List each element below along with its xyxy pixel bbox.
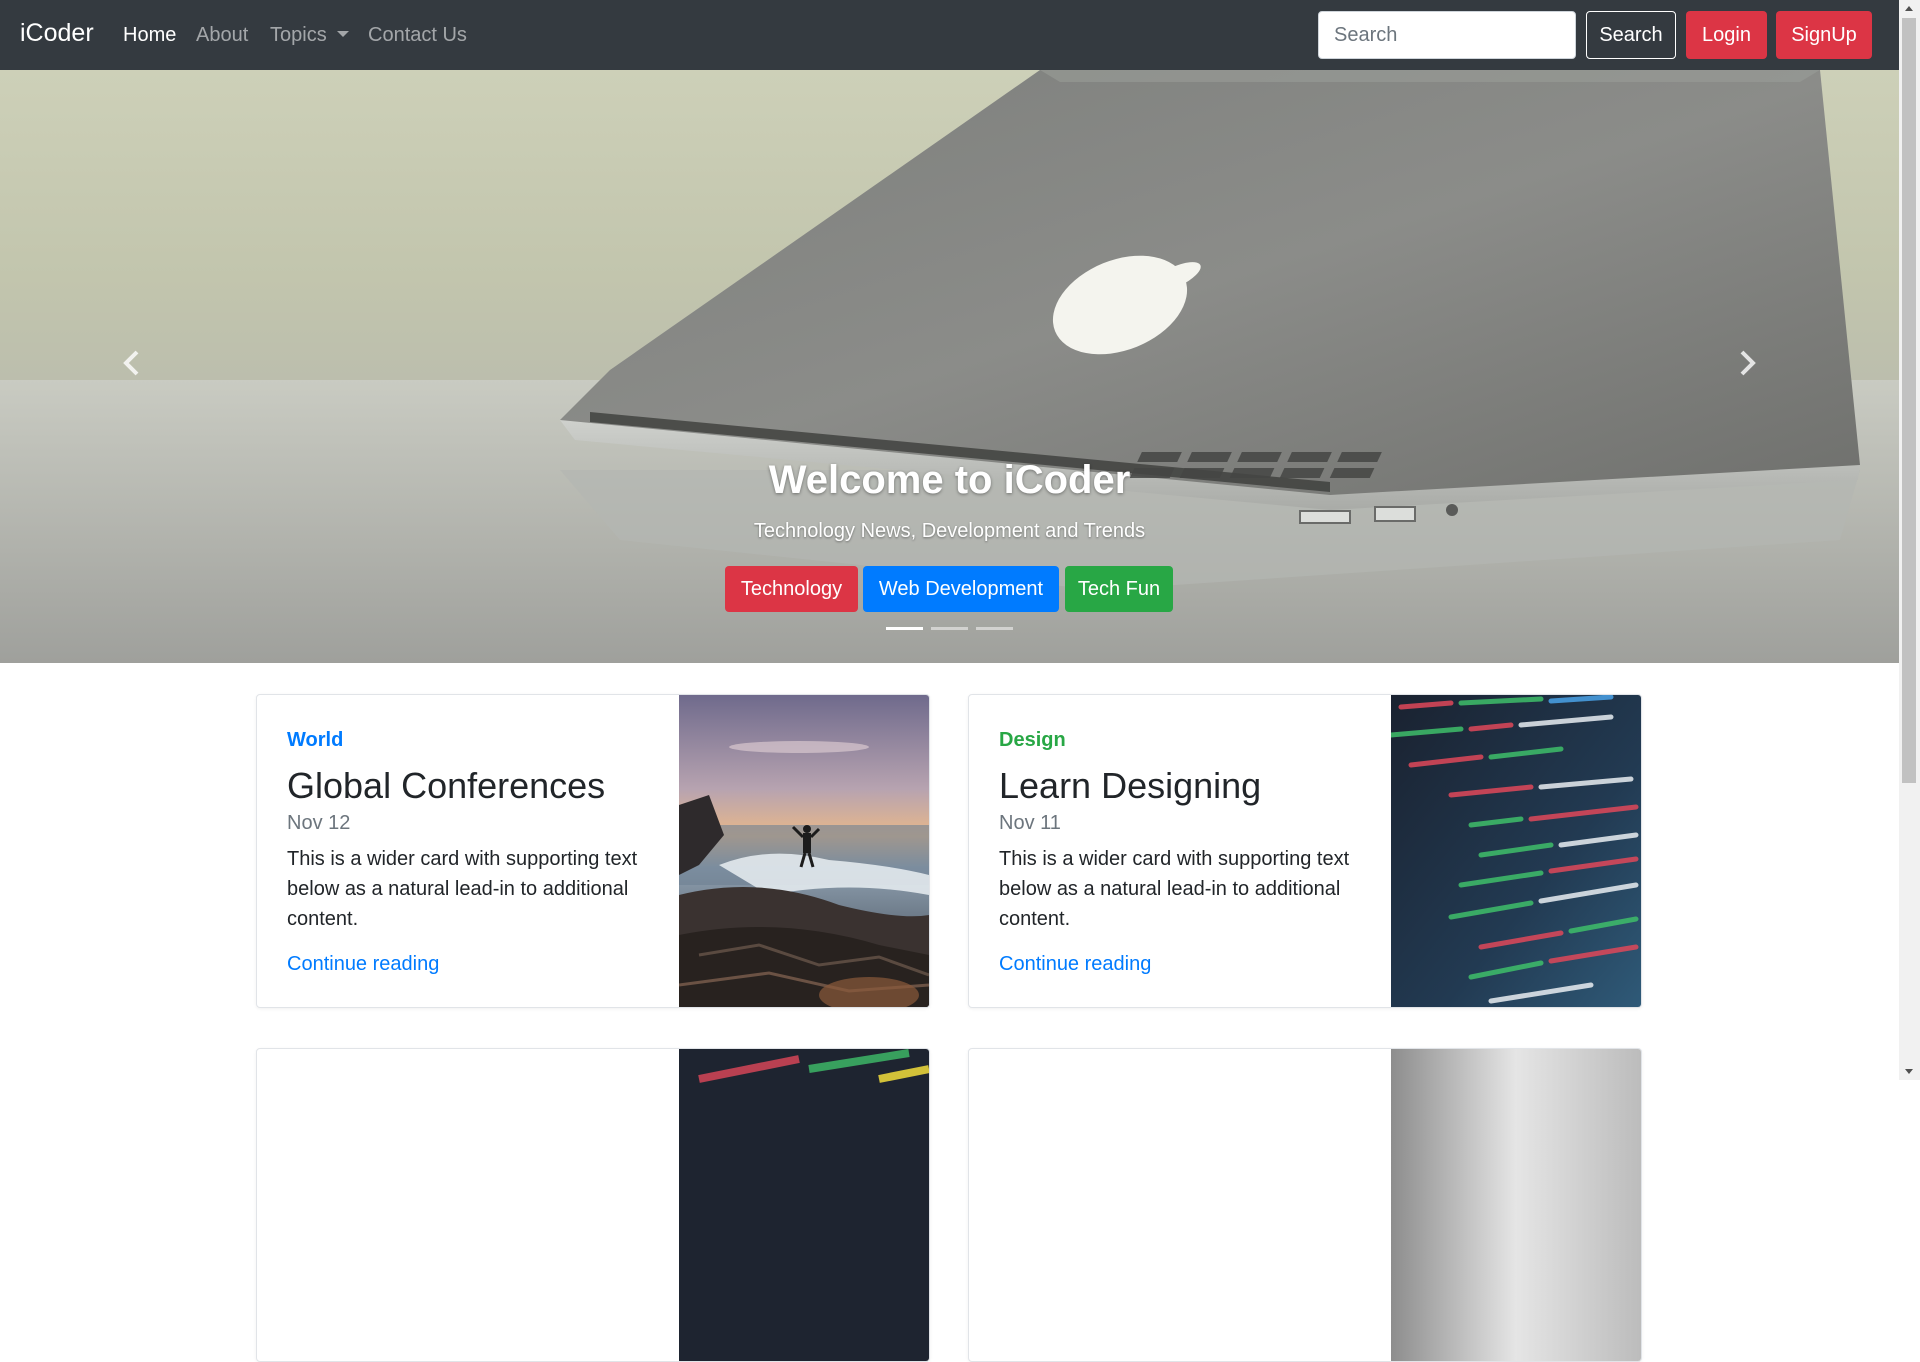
- nav-link-topics-label: Topics: [270, 24, 327, 46]
- nav-link-about[interactable]: About: [196, 24, 248, 47]
- card-date: Nov 12: [287, 812, 351, 834]
- search-button[interactable]: Search: [1586, 11, 1676, 59]
- card-design: Design Learn Designing Nov 11 This is a …: [968, 694, 1642, 1008]
- caret-down-icon: [336, 31, 349, 37]
- card-text: This is a wider card with supporting tex…: [999, 848, 1350, 930]
- login-button[interactable]: Login: [1686, 11, 1767, 59]
- scroll-up-icon[interactable]: [1905, 6, 1913, 11]
- carousel-indicator-3[interactable]: [976, 627, 1013, 630]
- scroll-down-icon[interactable]: [1905, 1069, 1913, 1074]
- page-scrollbar[interactable]: [1899, 0, 1920, 1080]
- nav-link-topics[interactable]: Topics: [270, 24, 349, 47]
- carousel-next-button[interactable]: [1737, 350, 1777, 390]
- hero-carousel: Welcome to iCoder Technology News, Devel…: [0, 70, 1899, 663]
- scrollbar-thumb[interactable]: [1902, 18, 1916, 783]
- card-text: This is a wider card with supporting tex…: [287, 848, 638, 930]
- card-partial-1: [256, 1048, 930, 1362]
- carousel-title: Welcome to iCoder: [768, 458, 1131, 502]
- brand-logo[interactable]: iCoder: [20, 19, 94, 48]
- chevron-left-icon: [123, 350, 139, 376]
- navbar: iCoder Home About Topics Contact Us Sear…: [0, 0, 1899, 70]
- card-image: [679, 1049, 929, 1361]
- chevron-right-icon: [1740, 350, 1756, 376]
- card-world: World Global Conferences Nov 12 This is …: [256, 694, 930, 1008]
- carousel-indicator-1[interactable]: [886, 627, 923, 630]
- carousel-indicator-2[interactable]: [931, 627, 968, 630]
- nav-link-home[interactable]: Home: [123, 24, 176, 47]
- tech-fun-button[interactable]: Tech Fun: [1065, 566, 1173, 612]
- card-category[interactable]: Design: [999, 729, 1066, 752]
- code-screen-image: [1391, 695, 1641, 1007]
- card-title: Learn Designing: [999, 765, 1262, 806]
- carousel-subtitle: Technology News, Development and Trends: [753, 520, 1146, 542]
- web-development-button[interactable]: Web Development: [863, 566, 1059, 612]
- card-image: [1391, 1049, 1641, 1361]
- continue-reading-link[interactable]: Continue reading: [999, 953, 1151, 976]
- search-input[interactable]: [1318, 11, 1576, 59]
- nav-link-contact[interactable]: Contact Us: [368, 24, 467, 47]
- sunset-seashore-image: [679, 695, 929, 1007]
- technology-button[interactable]: Technology: [725, 566, 858, 612]
- card-partial-2: [968, 1048, 1642, 1362]
- card-title: Global Conferences: [287, 765, 606, 806]
- carousel-prev-button[interactable]: [122, 350, 162, 390]
- continue-reading-link[interactable]: Continue reading: [287, 953, 439, 976]
- signup-button[interactable]: SignUp: [1776, 11, 1872, 59]
- card-category[interactable]: World: [287, 729, 343, 752]
- card-date: Nov 11: [999, 812, 1061, 834]
